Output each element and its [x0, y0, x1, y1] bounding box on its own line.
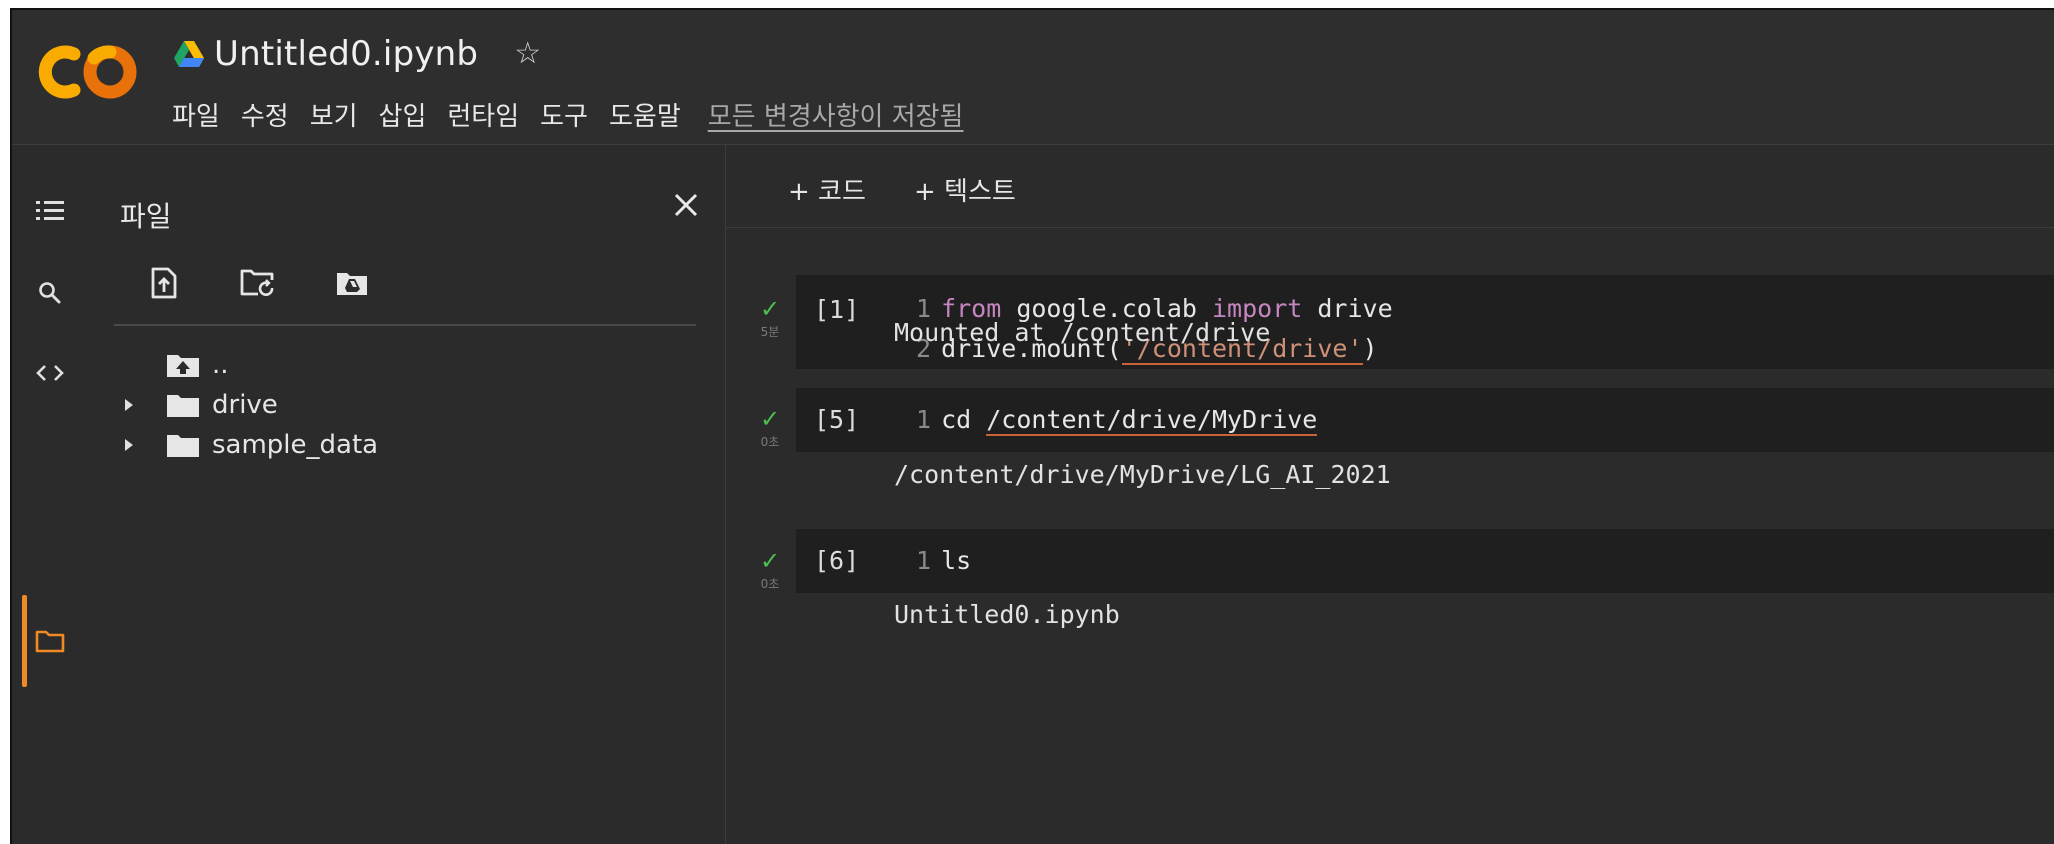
elapsed-time: 0초 — [760, 435, 780, 449]
caret-right-icon[interactable] — [120, 436, 138, 454]
menu-bar: 파일 수정 보기 삽입 런타임 도구 도움말 모든 변경사항이 저장됨 — [172, 96, 963, 133]
check-icon: ✓ — [759, 295, 781, 323]
cell-prompt: [6] — [814, 546, 860, 575]
notebook-title[interactable]: Untitled0.ipynb — [214, 34, 478, 74]
add-code-button[interactable]: + 코드 — [788, 171, 866, 208]
tree-item-parent[interactable]: .. — [94, 345, 229, 385]
notebook-area: + 코드 + 텍스트 ✓ 5분 [1] 1 from google.colab i… — [726, 145, 2054, 844]
mount-drive-button[interactable] — [332, 263, 372, 303]
caret-right-icon[interactable] — [120, 396, 138, 414]
code-cell[interactable]: [5] 1 cd /content/drive/MyDrive — [796, 388, 2054, 452]
colab-logo[interactable] — [32, 42, 142, 102]
elapsed-time: 5분 — [760, 325, 780, 339]
refresh-button[interactable] — [238, 263, 278, 303]
google-drive-icon — [174, 41, 204, 67]
colab-window: Untitled0.ipynb ☆ 파일 수정 보기 삽입 런타임 도구 도움말… — [10, 8, 2054, 844]
cell-output-1: Mounted at /content/drive — [894, 318, 1271, 347]
tree-item-label: drive — [212, 390, 278, 420]
search-icon — [39, 282, 61, 304]
menu-tools[interactable]: 도구 — [540, 96, 588, 133]
code-editor[interactable]: 1 ls — [916, 541, 971, 581]
refresh-folder-icon — [240, 269, 274, 296]
menu-insert[interactable]: 삽입 — [379, 96, 427, 133]
check-icon: ✓ — [759, 547, 781, 575]
tree-item-drive[interactable]: drive — [94, 385, 278, 425]
cell-prompt: [5] — [814, 405, 860, 434]
add-text-button[interactable]: + 텍스트 — [914, 171, 1016, 208]
cell-status[interactable]: ✓ 0초 — [754, 549, 786, 592]
close-panel-button[interactable] — [666, 185, 706, 225]
folder-icon — [167, 435, 199, 457]
elapsed-time: 0초 — [760, 577, 780, 591]
menu-edit[interactable]: 수정 — [241, 96, 289, 133]
active-indicator — [22, 595, 27, 687]
tree-item-sample-data[interactable]: sample_data — [94, 425, 378, 465]
files-panel: 파일 .. drive sample_data — [94, 145, 726, 844]
code-cell[interactable]: [6] 1 ls — [796, 529, 2054, 593]
tree-item-label: sample_data — [212, 430, 379, 460]
panel-divider — [114, 324, 696, 326]
menu-file[interactable]: 파일 — [172, 96, 220, 133]
menu-view[interactable]: 보기 — [310, 96, 358, 133]
folder-icon — [35, 630, 65, 653]
doc-title-row: Untitled0.ipynb ☆ — [174, 32, 541, 76]
star-icon[interactable]: ☆ — [514, 39, 541, 69]
tree-item-label: .. — [212, 350, 229, 380]
menu-runtime[interactable]: 런타임 — [447, 96, 519, 133]
save-status-link[interactable]: 모든 변경사항이 저장됨 — [708, 96, 964, 133]
upload-file-button[interactable] — [144, 263, 184, 303]
mount-drive-icon — [337, 273, 367, 295]
folder-icon — [167, 395, 199, 417]
check-icon: ✓ — [759, 405, 781, 433]
cell-status[interactable]: ✓ 5분 — [754, 297, 786, 340]
code-snippets-button[interactable] — [30, 353, 70, 393]
close-icon — [674, 193, 698, 217]
notebook-toolbar: + 코드 + 텍스트 — [726, 145, 2054, 228]
cell-output-2: /content/drive/MyDrive/LG_AI_2021 — [894, 460, 1391, 489]
panel-toolbar — [144, 263, 426, 303]
header: Untitled0.ipynb ☆ 파일 수정 보기 삽입 런타임 도구 도움말… — [12, 10, 2054, 145]
code-editor[interactable]: 1 cd /content/drive/MyDrive — [916, 400, 1318, 440]
cell-output-3: Untitled0.ipynb — [894, 600, 1120, 629]
toc-button[interactable] — [30, 191, 70, 231]
files-button[interactable] — [30, 621, 70, 661]
folder-up-icon — [167, 355, 199, 377]
cell-status[interactable]: ✓ 0초 — [754, 407, 786, 450]
search-button[interactable] — [30, 273, 70, 313]
toc-icon — [36, 201, 64, 220]
left-rail — [12, 145, 94, 844]
cell-prompt: [1] — [814, 295, 860, 324]
menu-help[interactable]: 도움말 — [609, 96, 681, 133]
code-snippets-icon — [36, 365, 64, 381]
upload-file-icon — [151, 267, 177, 299]
panel-title: 파일 — [120, 200, 172, 233]
